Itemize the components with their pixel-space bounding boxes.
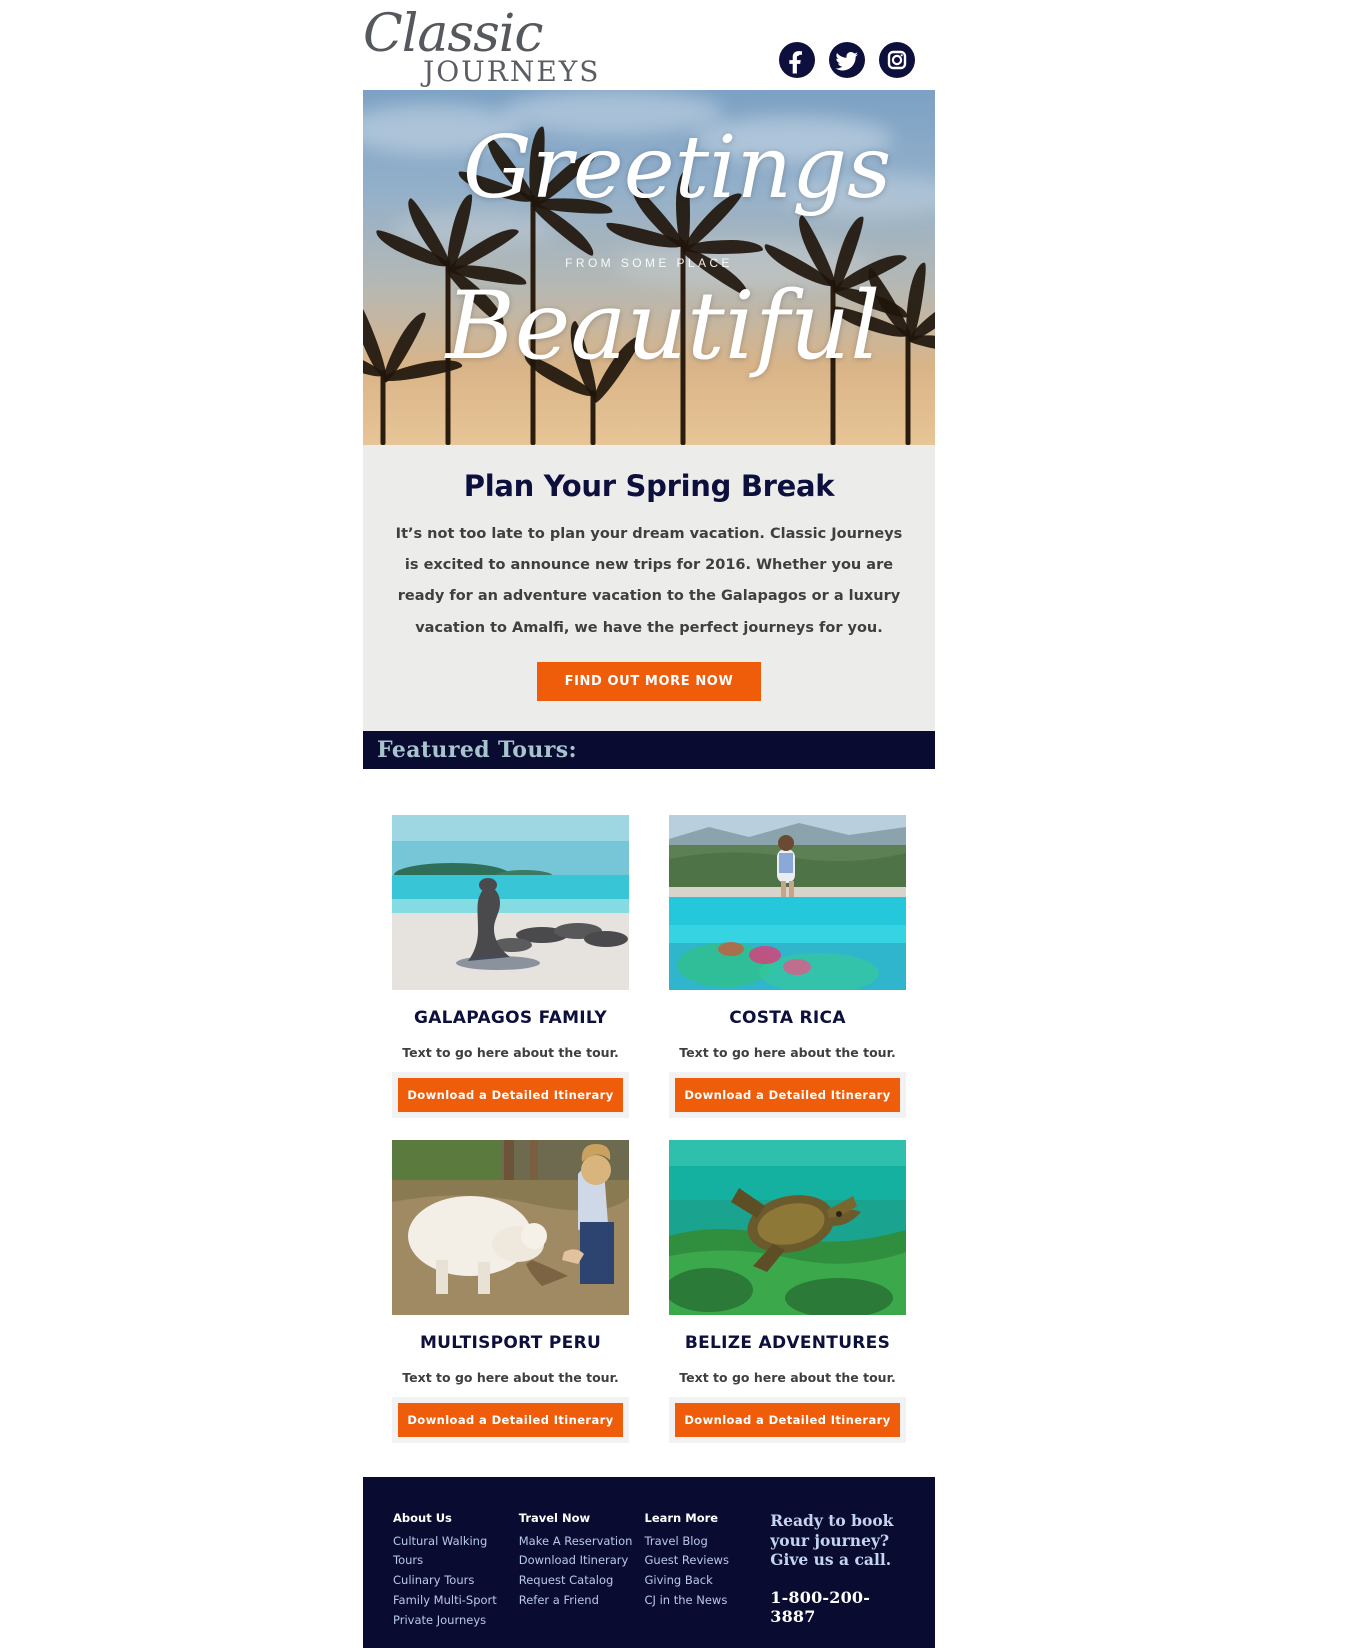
social-links bbox=[779, 42, 915, 78]
tour-image-costa-rica[interactable] bbox=[669, 814, 906, 990]
download-itinerary-button[interactable]: Download a Detailed Itinerary bbox=[675, 1077, 900, 1112]
tour-card-belize-adventures: BELIZE ADVENTURES Text to go here about … bbox=[669, 1139, 906, 1437]
footer-link[interactable]: Private Journeys bbox=[393, 1611, 519, 1631]
footer-link[interactable]: Guest Reviews bbox=[645, 1551, 771, 1571]
tour-row: MULTISPORT PERU Text to go here about th… bbox=[383, 1139, 915, 1437]
tour-image-galapagos-family[interactable] bbox=[392, 814, 629, 990]
booking-prompt-line2: your journey? bbox=[770, 1530, 890, 1550]
tour-title: GALAPAGOS FAMILY bbox=[413, 1007, 608, 1028]
tour-description: Text to go here about the tour. bbox=[679, 1044, 896, 1060]
tour-row: GALAPAGOS FAMILY Text to go here about t… bbox=[383, 814, 915, 1112]
tour-button-wrapper: Download a Detailed Itinerary bbox=[669, 1077, 906, 1112]
download-itinerary-button[interactable]: Download a Detailed Itinerary bbox=[398, 1077, 623, 1112]
footer-link[interactable]: Refer a Friend bbox=[519, 1591, 645, 1611]
footer-column-travel-now: Travel Now Make A Reservation Download I… bbox=[519, 1511, 645, 1631]
tour-description: Text to go here about the tour. bbox=[402, 1369, 619, 1385]
header: Classic JOURNEYS bbox=[363, 0, 935, 90]
featured-tours-bar: Featured Tours: bbox=[363, 730, 935, 769]
email-container: Classic JOURNEYS Greetings FROM SOME PLA… bbox=[363, 0, 935, 1648]
download-itinerary-button[interactable]: Download a Detailed Itinerary bbox=[675, 1402, 900, 1437]
hero-banner: Greetings FROM SOME PLACE Beautiful bbox=[363, 90, 935, 445]
footer-link[interactable]: Giving Back bbox=[645, 1571, 771, 1591]
tour-title: BELIZE ADVENTURES bbox=[684, 1332, 891, 1353]
email-page: Classic JOURNEYS Greetings FROM SOME PLA… bbox=[0, 0, 1366, 1648]
tour-card-galapagos-family: GALAPAGOS FAMILY Text to go here about t… bbox=[392, 814, 629, 1112]
footer-column-learn-more: Learn More Travel Blog Guest Reviews Giv… bbox=[645, 1511, 771, 1631]
page-title: Plan Your Spring Break bbox=[463, 469, 835, 503]
tour-description: Text to go here about the tour. bbox=[402, 1044, 619, 1060]
tour-button-wrapper: Download a Detailed Itinerary bbox=[392, 1077, 629, 1112]
instagram-icon[interactable] bbox=[879, 42, 915, 78]
logo-sub-text: JOURNEYS bbox=[423, 55, 601, 88]
tour-card-multisport-peru: MULTISPORT PERU Text to go here about th… bbox=[392, 1139, 629, 1437]
footer-link[interactable]: Request Catalog bbox=[519, 1571, 645, 1591]
footer-link[interactable]: Family Multi-Sport bbox=[393, 1591, 519, 1611]
tours-section: GALAPAGOS FAMILY Text to go here about t… bbox=[363, 768, 935, 1477]
footer-column-about-us: About Us Cultural Walking Tours Culinary… bbox=[393, 1511, 519, 1631]
footer: About Us Cultural Walking Tours Culinary… bbox=[363, 1476, 935, 1648]
footer-heading: About Us bbox=[393, 1510, 452, 1525]
find-out-more-button[interactable]: FIND OUT MORE NOW bbox=[536, 661, 762, 701]
featured-tours-heading: Featured Tours: bbox=[377, 736, 578, 763]
booking-prompt-line1: Ready to book bbox=[770, 1510, 894, 1530]
footer-heading: Travel Now bbox=[518, 1510, 591, 1525]
footer-columns: About Us Cultural Walking Tours Culinary… bbox=[393, 1511, 905, 1631]
footer-heading: Learn More bbox=[644, 1510, 719, 1525]
tour-card-costa-rica: COSTA RICA Text to go here about the tou… bbox=[669, 814, 906, 1112]
hero-overlay-text: Greetings FROM SOME PLACE Beautiful bbox=[363, 90, 935, 445]
booking-prompt-line3: Give us a call. bbox=[770, 1550, 892, 1570]
footer-link[interactable]: Cultural Walking Tours bbox=[393, 1532, 519, 1572]
footer-contact-block: Ready to book your journey? Give us a ca… bbox=[770, 1511, 905, 1631]
twitter-icon[interactable] bbox=[829, 42, 865, 78]
facebook-icon[interactable] bbox=[779, 42, 815, 78]
logo-script-text: Classic bbox=[363, 4, 544, 64]
tour-image-multisport-peru[interactable] bbox=[392, 1139, 629, 1315]
tour-title: COSTA RICA bbox=[729, 1007, 846, 1028]
hero-subhead: FROM SOME PLACE bbox=[565, 256, 733, 270]
footer-link[interactable]: Culinary Tours bbox=[393, 1571, 519, 1591]
tour-image-belize-adventures[interactable] bbox=[669, 1139, 906, 1315]
download-itinerary-button[interactable]: Download a Detailed Itinerary bbox=[398, 1402, 623, 1437]
tour-button-wrapper: Download a Detailed Itinerary bbox=[392, 1402, 629, 1437]
tour-title: MULTISPORT PERU bbox=[419, 1332, 602, 1353]
intro-section: Plan Your Spring Break It’s not too late… bbox=[363, 445, 935, 731]
intro-body-text: It’s not too late to plan your dream vac… bbox=[395, 526, 903, 636]
footer-link[interactable]: Download Itinerary bbox=[519, 1551, 645, 1571]
hero-headline-top: Greetings bbox=[463, 118, 892, 218]
phone-number[interactable]: 1-800-200-3887 bbox=[770, 1588, 905, 1626]
tour-description: Text to go here about the tour. bbox=[679, 1369, 896, 1385]
tour-button-wrapper: Download a Detailed Itinerary bbox=[669, 1402, 906, 1437]
brand-logo[interactable]: Classic JOURNEYS bbox=[363, 4, 603, 86]
cta-wrapper: FIND OUT MORE NOW bbox=[393, 661, 905, 701]
footer-link[interactable]: Travel Blog bbox=[645, 1532, 771, 1552]
footer-link[interactable]: CJ in the News bbox=[645, 1591, 771, 1611]
footer-link[interactable]: Make A Reservation bbox=[519, 1532, 645, 1552]
hero-headline-bottom: Beautiful bbox=[445, 272, 881, 381]
